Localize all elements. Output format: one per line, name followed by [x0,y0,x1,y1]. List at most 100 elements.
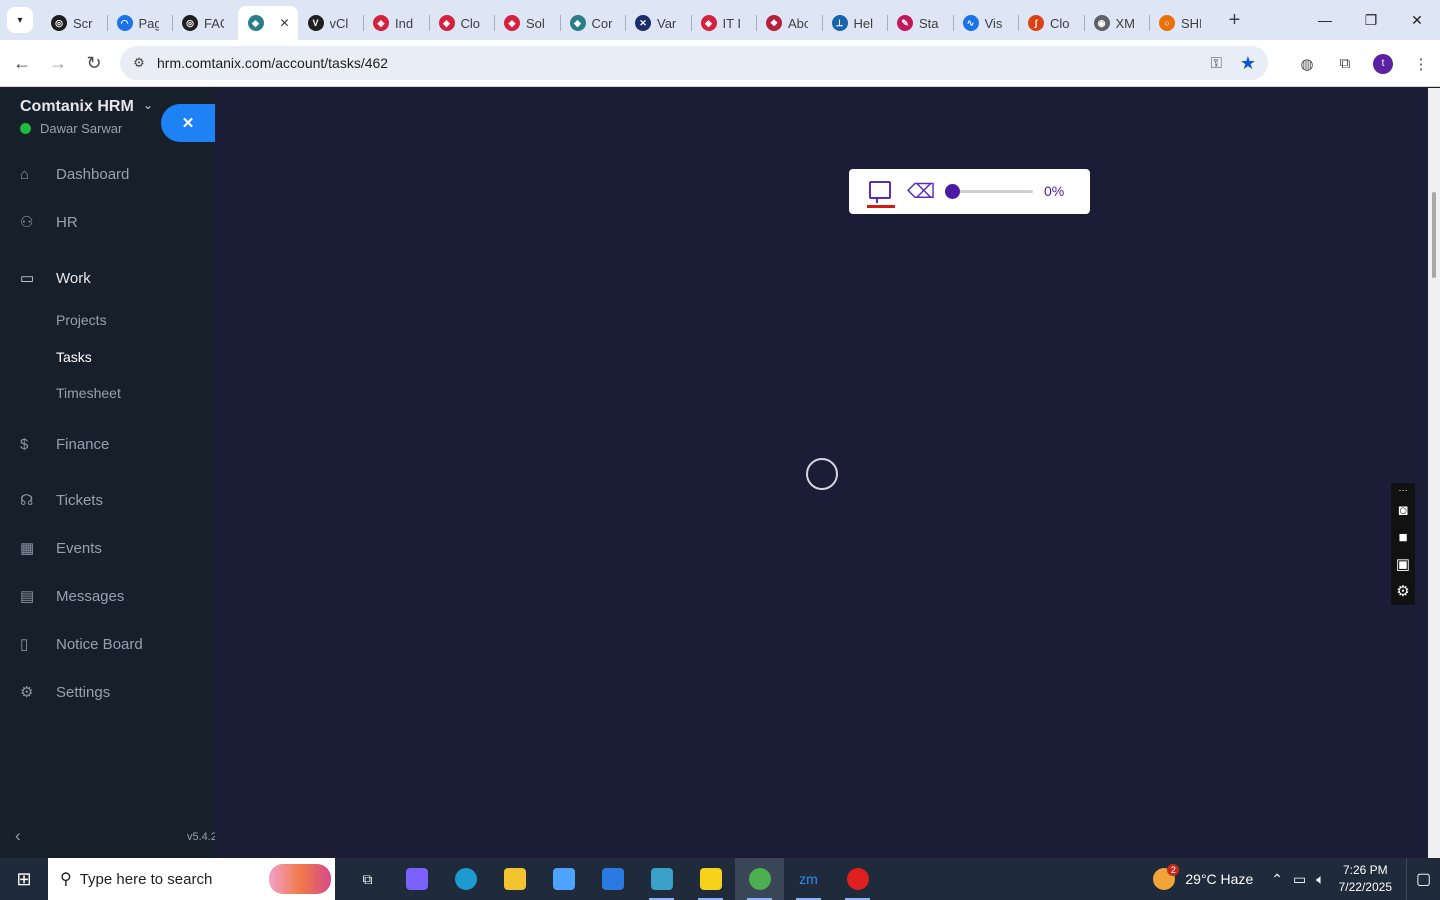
back-button[interactable]: ← [4,45,40,81]
notification-icon[interactable]: ▢ [1406,858,1440,900]
browser-tab[interactable]: ✕ Var [625,6,691,40]
taskbar-app-copilot[interactable] [392,858,441,900]
taskbar-search-box[interactable]: ⚲ Type here to search [48,858,335,900]
copilot-icon [405,868,428,890]
sidebar-item-dashboard[interactable]: ⌂ Dashboard [0,154,215,194]
close-sidebar-button[interactable]: ✕ [161,104,215,142]
chevron-up-icon[interactable]: ⌃ [1271,871,1283,888]
weather-icon[interactable]: 2 [1153,864,1180,890]
sidebar-item-events[interactable]: ▦ Events [0,528,215,568]
browser-tab[interactable]: ◎ FAC [172,6,238,40]
tab-favicon-icon: ∿ [962,15,979,31]
taskbar-app-microsoft-store[interactable] [539,858,588,900]
browser-tab[interactable]: ❖ Abc [756,6,822,40]
search-placeholder[interactable]: Type here to search [80,871,213,888]
taskbar-app-chrome[interactable] [735,858,784,900]
translate-icon[interactable]: ◍ [1288,55,1326,73]
page-scrollbar[interactable] [1428,88,1440,858]
browser-tab[interactable]: ◉ XM [1083,6,1150,40]
taskbar-app-task-view[interactable]: ⧉ [343,858,392,900]
camera-icon[interactable]: ◙ [1391,497,1415,524]
taskbar-app-edge[interactable] [441,858,490,900]
taskbar-app-sticky-notes[interactable] [686,858,735,900]
browser-tab[interactable]: ◈ Ind [363,6,429,40]
opacity-slider-handle[interactable] [945,184,960,199]
scrollbar-thumb[interactable] [1432,192,1436,278]
tab-favicon-icon: ◈ [700,15,717,31]
tab-favicon-icon: ◈ [504,15,520,31]
browser-tab[interactable]: ○ SHI [1149,6,1215,40]
taskbar-app-mail[interactable] [588,858,637,900]
browser-tab[interactable]: ∫ Clo [1018,6,1084,40]
browser-tab[interactable]: ∿ Vis [952,6,1019,40]
loading-spinner [806,458,838,490]
chevron-down-icon[interactable]: ⌄ [143,98,153,112]
chrome-menu-icon[interactable]: ⋮ [1402,55,1440,73]
url-text[interactable]: hrm.comtanix.com/account/tasks/462 [157,55,388,71]
sidebar-item-notice-board[interactable]: ▯ Notice Board [0,624,215,664]
close-window-button[interactable]: ✕ [1394,0,1440,40]
tab-title: Var [657,15,677,31]
password-key-icon[interactable]: ⚿ [1210,55,1221,72]
address-bar[interactable]: ⚙ hrm.comtanix.com/account/tasks/462 ⚿ ★ [120,46,1268,80]
browser-tab[interactable]: ◈ IT I [690,6,757,40]
sidebar-item-finance[interactable]: $ Finance [0,424,215,464]
sidebar-item-hr[interactable]: ⚇ HR [0,202,215,242]
sidebar-subitem-projects[interactable]: Projects [56,312,107,328]
browser-tab[interactable]: ◈ Clo [428,6,495,40]
chrome-icon [748,868,771,890]
sidebar-item-messages[interactable]: ▤ Messages [0,576,215,616]
sidebar-subitem-tasks[interactable]: Tasks [56,349,92,365]
briefcase-icon: ▭ [20,270,35,287]
more-tools-icon[interactable]: ⋯ [1391,483,1415,497]
sidebar-item-tickets[interactable]: ☊ Tickets [0,480,215,520]
screens-icon[interactable]: ▣ [1391,551,1415,578]
browser-tab[interactable]: ◆ ✕ [237,6,298,40]
taskbar-app-file-explorer[interactable] [490,858,539,900]
browser-tab[interactable]: ◈ Sol [494,6,560,40]
windows-start-icon[interactable]: ⊞ [0,858,48,900]
restore-button[interactable]: ❐ [1348,0,1394,40]
network-icon[interactable]: ▭ [1293,871,1306,888]
sidebar-item-settings[interactable]: ⚙ Settings [0,672,215,712]
sidebar-item-work[interactable]: ▭ Work [0,258,215,298]
clock[interactable]: 7:26 PM 7/22/2025 [1339,862,1392,896]
close-tab-icon[interactable]: ✕ [279,16,289,30]
active-tool-indicator [867,205,895,208]
opacity-slider[interactable] [949,190,1033,193]
gear-icon[interactable]: ⚙ [1391,578,1415,605]
browser-tab[interactable]: ◆ Cor [559,6,626,40]
taskbar-app-zoom[interactable]: zm [784,858,833,900]
site-info-icon[interactable]: ⚙ [124,55,154,71]
bookmark-star-icon[interactable]: ★ [1240,53,1256,74]
eraser-icon[interactable]: ⌫ [907,179,935,204]
reload-button[interactable]: ↻ [76,45,112,81]
tab-search-button[interactable]: ▾ [7,7,33,33]
forward-button[interactable]: → [40,45,76,81]
new-tab-button[interactable]: + [1221,6,1249,34]
tab-title: Ind [395,15,414,31]
brand-name[interactable]: Comtanix HRM [20,98,134,116]
volume-icon[interactable]: 🔈︎ [1316,871,1324,888]
tab-title: Sta [919,15,939,31]
browser-tab[interactable]: ✎ Sta [887,6,953,40]
weather-text[interactable]: 29°C Haze [1185,871,1253,887]
video-icon[interactable]: ■ [1391,524,1415,551]
window-controls: — ❐ ✕ [1302,0,1440,40]
taskbar-app-custom-app[interactable] [637,858,686,900]
browser-tab[interactable]: VvCl [298,6,364,40]
profile-avatar[interactable]: t [1373,53,1393,74]
minimize-button[interactable]: — [1302,0,1348,40]
browser-tab[interactable]: ◠ Pag [106,6,173,40]
sidebar-item-label: Finance [56,435,110,453]
sidebar-subitem-timesheet[interactable]: Timesheet [56,385,121,401]
collapse-sidebar-icon[interactable]: ‹ [15,826,21,846]
comment-icon[interactable] [869,181,891,203]
taskbar-app-screen-recorder[interactable] [833,858,882,900]
sidebar-item-label: HR [56,213,78,231]
browser-tab[interactable]: ◎ Scr [41,6,107,40]
tab-title: Vis [984,15,1003,31]
extensions-icon[interactable]: ⧉ [1326,55,1364,72]
browser-tab[interactable]: ⊥ Hel [821,6,888,40]
tab-title: Pag [138,15,159,31]
